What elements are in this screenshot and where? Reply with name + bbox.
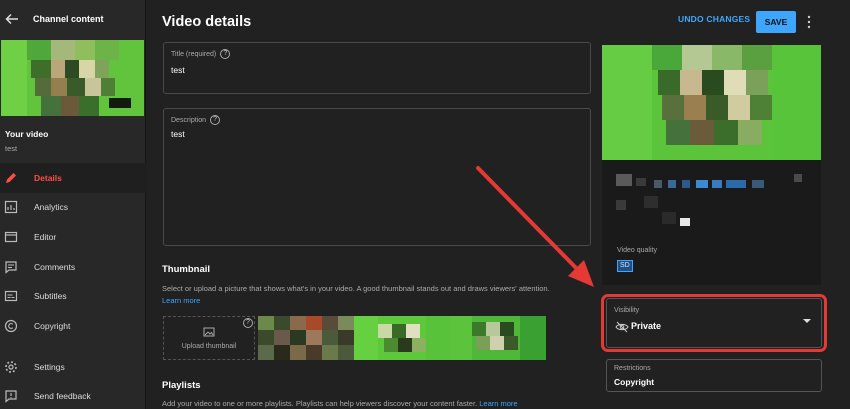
help-icon[interactable]: ? (220, 49, 231, 59)
description-label-text: Description (171, 116, 207, 124)
video-preview-panel: Video quality SD (602, 45, 821, 285)
back-arrow-icon[interactable] (5, 12, 19, 26)
sidebar-item-label: Details (34, 173, 62, 183)
visibility-value: Private (631, 321, 662, 331)
restrictions-field: Restrictions Copyright (606, 359, 822, 392)
analytics-icon (4, 200, 18, 214)
playlists-description: Add your video to one or more playlists.… (162, 399, 518, 408)
sidebar-item-label: Analytics (34, 202, 69, 212)
playlists-description-text: Add your video to one or more playlists.… (162, 399, 478, 408)
eye-off-icon (615, 321, 629, 333)
sidebar-item-details[interactable]: Details (0, 163, 146, 193)
visibility-label: Visibility (614, 307, 640, 314)
copyright-icon (4, 319, 18, 333)
title-label-text: Title (required) (171, 50, 217, 58)
sidebar: Channel content Your video test Details … (0, 0, 146, 409)
sidebar-item-comments[interactable]: Comments (0, 252, 146, 282)
your-video-label: Your video (5, 129, 49, 139)
editor-icon (4, 231, 18, 243)
help-icon[interactable]: ? (243, 318, 253, 328)
title-field-label: Title (required) ? (171, 49, 231, 59)
chevron-down-icon (803, 319, 811, 323)
undo-changes-button[interactable]: UNDO CHANGES (678, 14, 750, 24)
help-icon[interactable]: ? (210, 115, 221, 125)
sidebar-item-settings[interactable]: Settings (0, 352, 146, 382)
thumbnail-option[interactable] (450, 316, 546, 360)
thumbnail-heading: Thumbnail (162, 264, 211, 275)
video-thumbnail[interactable] (1, 40, 144, 116)
sidebar-item-subtitles[interactable]: Subtitles (0, 281, 146, 311)
pencil-icon (6, 173, 16, 183)
thumbnail-learn-more-link[interactable]: Learn more (162, 296, 200, 305)
upload-thumbnail-button[interactable]: Upload thumbnail (163, 316, 255, 360)
sidebar-item-copyright[interactable]: Copyright (0, 311, 146, 341)
visibility-dropdown[interactable]: Visibility Private (606, 298, 822, 348)
upload-thumbnail-label: Upload thumbnail (181, 343, 237, 350)
video-player[interactable] (602, 45, 821, 160)
restrictions-label: Restrictions (614, 365, 651, 372)
title-input-value[interactable]: test (171, 65, 185, 75)
sidebar-item-label: Subtitles (34, 291, 67, 301)
description-input-value[interactable]: test (171, 129, 185, 139)
gear-icon (5, 361, 17, 373)
thumbnail-option[interactable] (354, 316, 450, 360)
playlists-learn-more-link[interactable]: Learn more (479, 399, 517, 408)
image-upload-icon (203, 327, 215, 337)
page-title: Video details (162, 14, 252, 30)
thumbnail-option[interactable] (258, 316, 354, 360)
description-field[interactable]: Description ? test (163, 108, 591, 246)
sidebar-item-label: Editor (34, 232, 57, 242)
more-options-icon[interactable] (804, 14, 814, 30)
thumbnail-description: Select or upload a picture that shows wh… (162, 284, 550, 293)
sidebar-item-label: Send feedback (34, 391, 91, 401)
feedback-icon (5, 390, 17, 403)
description-field-label: Description ? (171, 115, 221, 125)
playlists-heading: Playlists (162, 380, 201, 391)
sidebar-title: Channel content (33, 14, 104, 24)
sidebar-header: Channel content (0, 0, 146, 40)
sidebar-item-label: Copyright (34, 321, 71, 331)
comments-icon (5, 261, 17, 274)
save-button[interactable]: SAVE (756, 11, 796, 33)
video-quality-badge: SD (617, 260, 633, 272)
title-field[interactable]: Title (required) ? test (163, 42, 591, 94)
restrictions-value: Copyright (614, 377, 655, 387)
sidebar-item-analytics[interactable]: Analytics (0, 192, 146, 222)
sidebar-item-label: Settings (34, 362, 65, 372)
sidebar-item-label: Comments (34, 262, 76, 272)
sidebar-item-send-feedback[interactable]: Send feedback (0, 381, 146, 409)
subtitles-icon (4, 290, 18, 302)
sidebar-item-editor[interactable]: Editor (0, 222, 146, 252)
video-link-info (616, 174, 802, 226)
video-name: test (5, 144, 18, 153)
video-quality-label: Video quality (617, 247, 657, 254)
